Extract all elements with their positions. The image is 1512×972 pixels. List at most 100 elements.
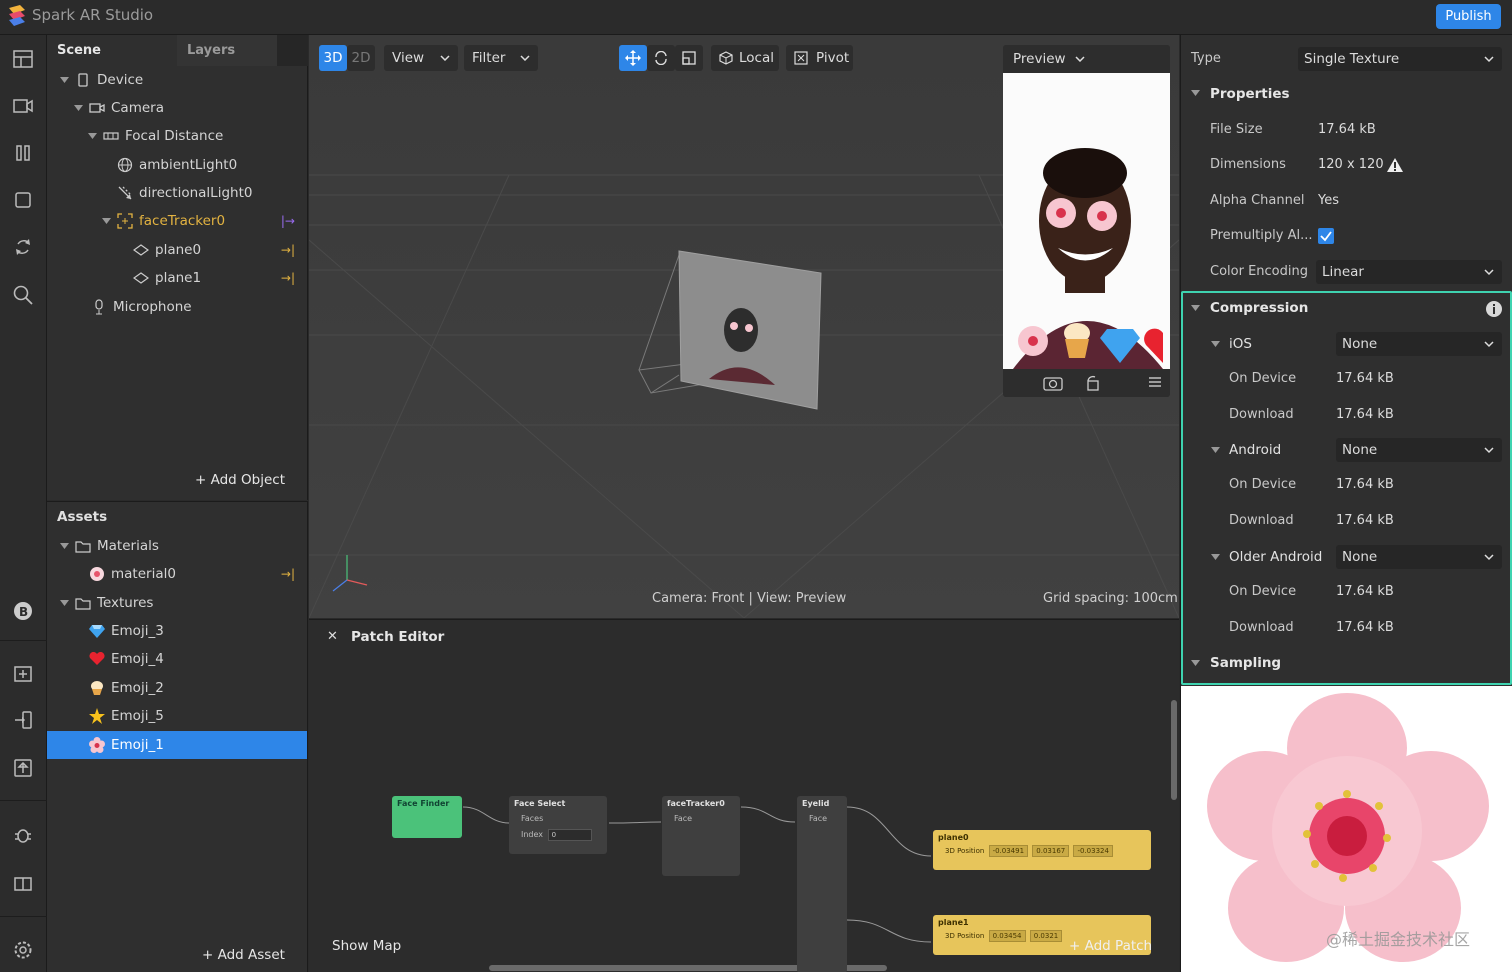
tree-item-emoji4[interactable]: Emoji_4 [47, 645, 307, 673]
properties-title[interactable]: Properties [1210, 86, 1290, 102]
caret-down-icon[interactable] [59, 75, 69, 85]
caret-down-icon[interactable] [1211, 341, 1220, 347]
caret-down-icon[interactable] [87, 131, 97, 141]
caret-down-icon[interactable] [59, 541, 69, 551]
port-label: 3D Position [945, 932, 985, 940]
caret-down-icon[interactable] [73, 103, 83, 113]
video-icon[interactable] [12, 95, 34, 117]
mode-3d-button[interactable]: 3D [319, 45, 347, 71]
x-field[interactable]: -0.03491 [988, 845, 1029, 857]
chevron-down-icon [1484, 545, 1494, 569]
y-field[interactable]: 0.0321 [1029, 930, 1063, 942]
spark-hub-icon[interactable]: B [12, 600, 34, 622]
docs-icon[interactable] [12, 873, 34, 895]
restart-icon[interactable] [1085, 375, 1101, 391]
link-arrow-icon[interactable]: |→ [281, 214, 295, 228]
device-frame-icon[interactable] [12, 189, 34, 211]
caret-down-icon[interactable] [1211, 447, 1220, 453]
import-icon[interactable] [12, 662, 34, 684]
pause-icon[interactable] [12, 142, 34, 164]
search-icon[interactable] [12, 284, 34, 306]
ios-compression-dropdown[interactable]: None [1336, 332, 1502, 356]
menu-icon[interactable] [1149, 377, 1161, 387]
mode-2d-button[interactable]: 2D [347, 45, 375, 71]
patch-node-face-finder[interactable]: Face Finder [392, 796, 462, 838]
add-object-button[interactable]: + Add Object [195, 472, 285, 488]
caret-down-icon[interactable] [1191, 660, 1200, 666]
compression-title[interactable]: Compression [1210, 300, 1308, 316]
local-toggle[interactable]: Local [711, 45, 779, 71]
tree-item-emoji1[interactable]: Emoji_1 [47, 731, 307, 759]
caret-down-icon[interactable] [101, 216, 111, 226]
rotate-tool-icon[interactable] [647, 45, 675, 71]
color-encoding-dropdown[interactable]: Linear [1316, 260, 1502, 284]
tree-item-camera[interactable]: Camera [47, 94, 307, 122]
tree-item-emoji3[interactable]: Emoji_3 [47, 617, 307, 645]
info-icon[interactable] [1485, 300, 1503, 318]
node-port[interactable]: Index 0 [509, 826, 607, 844]
older-android-compression-dropdown[interactable]: None [1336, 545, 1502, 569]
index-field[interactable]: 0 [547, 829, 592, 841]
tree-item-device[interactable]: Device [47, 66, 307, 94]
send-to-device-icon[interactable] [12, 709, 34, 731]
publish-button[interactable]: Publish [1436, 4, 1501, 29]
sampling-title[interactable]: Sampling [1210, 655, 1281, 671]
caret-down-icon[interactable] [59, 598, 69, 608]
upload-icon[interactable] [12, 757, 34, 779]
z-field[interactable]: -0.03324 [1073, 845, 1113, 857]
patch-node-eyelid[interactable]: Eyelid Face [797, 796, 847, 972]
settings-gear-icon[interactable] [12, 939, 34, 961]
x-field[interactable]: 0.03454 [988, 930, 1026, 942]
pivot-toggle[interactable]: Pivot [786, 45, 853, 71]
node-port[interactable]: Face [662, 811, 740, 826]
tree-item-material0[interactable]: material0 →| [47, 560, 307, 588]
tree-item-textures[interactable]: Textures [47, 589, 307, 617]
layout-icon[interactable] [12, 48, 34, 70]
tree-item-focal-distance[interactable]: Focal Distance [47, 122, 307, 150]
tree-item-plane1[interactable]: plane1 →| [47, 264, 307, 292]
tree-item-materials[interactable]: Materials [47, 532, 307, 560]
caret-down-icon[interactable] [1211, 554, 1220, 560]
tree-item-directional-light[interactable]: directionalLight0 [47, 179, 307, 207]
tree-item-emoji2[interactable]: Emoji_2 [47, 674, 307, 702]
rotate-icon[interactable] [12, 236, 34, 258]
tab-scene[interactable]: Scene [47, 35, 177, 66]
patch-node-face-tracker[interactable]: faceTracker0 Face [662, 796, 740, 876]
warning-icon[interactable] [1386, 157, 1404, 173]
pin-to-patch-icon[interactable]: →| [281, 567, 295, 581]
svg-text:B: B [19, 605, 28, 619]
blossom-emoji-icon [89, 737, 105, 753]
show-map-button[interactable]: Show Map [332, 938, 401, 954]
caret-down-icon[interactable] [1191, 305, 1200, 311]
tab-layers[interactable]: Layers [177, 35, 277, 66]
tree-item-microphone[interactable]: Microphone [47, 293, 307, 321]
node-port[interactable]: 3D Position -0.03491 0.03167 -0.03324 [933, 845, 1151, 857]
type-dropdown[interactable]: Single Texture [1298, 47, 1502, 71]
premultiply-alpha-checkbox[interactable] [1318, 228, 1334, 244]
pin-to-patch-icon[interactable]: →| [281, 271, 295, 285]
add-patch-button[interactable]: + Add Patch [1069, 938, 1152, 954]
caret-down-icon[interactable] [1191, 90, 1200, 96]
scale-tool-icon[interactable] [675, 45, 703, 71]
bug-icon[interactable] [12, 824, 34, 846]
pin-to-patch-icon[interactable]: →| [281, 243, 295, 257]
patch-editor[interactable]: ✕ Patch Editor Face Finder Face Select F… [309, 619, 1179, 972]
tree-item-plane0[interactable]: plane0 →| [47, 236, 307, 264]
patch-node-plane0[interactable]: plane0 3D Position -0.03491 0.03167 -0.0… [933, 830, 1151, 870]
filter-dropdown[interactable]: Filter [464, 45, 538, 71]
node-port[interactable]: Face [797, 811, 847, 826]
tree-item-ambient-light[interactable]: ambientLight0 [47, 151, 307, 179]
view-dropdown[interactable]: View [384, 45, 458, 71]
viewport-status: Camera: Front | View: Preview [652, 591, 847, 606]
viewport[interactable]: 3D 2D View Filter Local Pivot Preview Ca… [309, 35, 1179, 618]
y-field[interactable]: 0.03167 [1032, 845, 1070, 857]
tree-item-facetracker[interactable]: faceTracker0 |→ [47, 207, 307, 235]
tree-item-emoji5[interactable]: Emoji_5 [47, 702, 307, 730]
patch-node-face-select[interactable]: Face Select Faces Index 0 [509, 796, 607, 854]
android-compression-dropdown[interactable]: None [1336, 438, 1502, 462]
node-port[interactable]: Faces [509, 811, 607, 826]
add-asset-button[interactable]: + Add Asset [202, 947, 285, 963]
preview-dropdown[interactable]: Preview [1003, 45, 1170, 73]
switch-camera-icon[interactable] [1043, 375, 1063, 391]
move-tool-icon[interactable] [619, 45, 647, 71]
